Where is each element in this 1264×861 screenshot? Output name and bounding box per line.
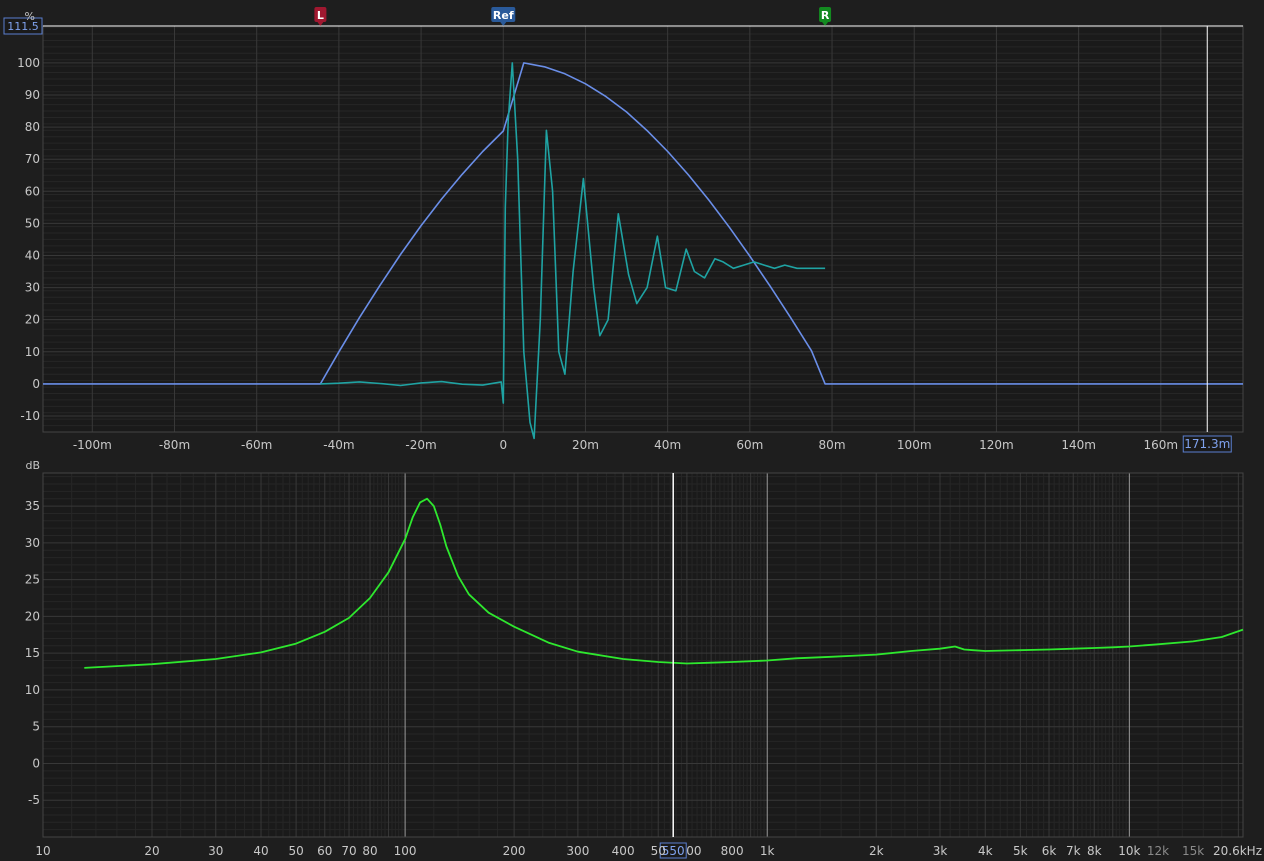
frequency-x-tick-label: 10k [1118,844,1140,858]
frequency-x-tick-label: 3k [933,844,948,858]
frequency-x-tick-label: 50 [288,844,303,858]
impulse-x-tick-label: -60m [241,438,272,452]
frequency-y-tick-label: 10 [25,683,40,697]
impulse-x-tick-label: 20m [572,438,599,452]
impulse-y-tick-label: 40 [25,248,40,262]
frequency-x-tick-label: 50 [651,844,666,858]
marker-label: L [317,9,324,22]
impulse-x-tick-label: -80m [159,438,190,452]
impulse-x-tick-label: 0 [499,438,507,452]
frequency-y-tick-label: 0 [32,756,40,770]
frequency-x-tick-label: 20.6kHz [1213,844,1262,858]
frequency-x-tick-label: 4k [978,844,993,858]
frequency-cursor-readout-tail: 00 [686,844,701,858]
impulse-y-tick-label: 20 [25,313,40,327]
impulse-x-tick-label: 40m [654,438,681,452]
impulse-y-tick-label: 30 [25,281,40,295]
impulse-y-tick-label: 50 [25,216,40,230]
impulse-y-axis-label: % [25,10,35,23]
frequency-x-tick-label: 12k [1147,844,1169,858]
frequency-y-tick-label: 30 [25,536,40,550]
impulse-y-tick-label: 0 [32,377,40,391]
frequency-x-tick-label: 1k [760,844,775,858]
frequency-x-tick-label: 7k [1066,844,1081,858]
frequency-x-tick-label: 400 [612,844,635,858]
frequency-x-tick-label: 20 [144,844,159,858]
impulse-panel[interactable]: 111.5171.3m -100102030405060708090100 -1… [3,7,1244,453]
marker-label: R [821,9,830,22]
frequency-y-tick-label: 5 [32,720,40,734]
impulse-y-tick-label: 80 [25,120,40,134]
impulse-y-tick-label: 100 [17,56,40,70]
impulse-x-tick-label: 140m [1061,438,1096,452]
impulse-x-tick-label: 60m [736,438,763,452]
impulse-x-tick-label: 80m [819,438,846,452]
frequency-panel[interactable]: 550 00 -505101520253035 10 20 30 40 50 60 70 80 1… [25,459,1262,859]
frequency-x-tick-label: 2k [869,844,884,858]
frequency-x-tick-label: 30 [208,844,223,858]
frequency-y-tick-label: -5 [28,793,40,807]
frequency-y-tick-label: 35 [25,499,40,513]
impulse-x-tick-label: -20m [405,438,436,452]
marker-label: Ref [493,9,514,22]
impulse-y-tick-label: -10 [20,409,40,423]
frequency-x-tick-label: 15k [1182,844,1204,858]
impulse-y-tick-label: 90 [25,88,40,102]
frequency-y-tick-label: 15 [25,646,40,660]
impulse-y-tick-label: 70 [25,152,40,166]
frequency-x-tick-label: 5k [1013,844,1028,858]
chart-canvas: 111.5171.3m -100102030405060708090100 -1… [0,0,1264,861]
impulse-x-tick-label: 100m [897,438,932,452]
frequency-x-tick-label: 40 [253,844,268,858]
impulse-x-tick-label: 160m [1144,438,1179,452]
frequency-x-tick-label: 300 [566,844,589,858]
impulse-x-tick-label: -100m [73,438,112,452]
frequency-y-tick-label: 25 [25,573,40,587]
frequency-x-tick-label: 60 [317,844,332,858]
frequency-x-tick-label: 100 [394,844,417,858]
impulse-plot-area[interactable] [43,26,1243,432]
frequency-x-tick-label: 8k [1087,844,1102,858]
frequency-x-tick-label: 800 [721,844,744,858]
impulse-x-tick-label: 120m [979,438,1014,452]
frequency-x-tick-label: 70 [341,844,356,858]
impulse-cursor-x-readout: 171.3m [1184,437,1230,451]
impulse-y-tick-label: 60 [25,184,40,198]
impulse-y-tick-label: 10 [25,345,40,359]
frequency-y-tick-label: 20 [25,609,40,623]
frequency-x-tick-label: 10 [35,844,50,858]
frequency-x-tick-label: 200 [503,844,526,858]
frequency-y-axis-label: dB [25,459,40,472]
frequency-plot-area[interactable] [43,473,1243,837]
frequency-x-tick-label: 6k [1042,844,1057,858]
frequency-x-tick-label: 80 [362,844,377,858]
impulse-x-tick-label: -40m [323,438,354,452]
